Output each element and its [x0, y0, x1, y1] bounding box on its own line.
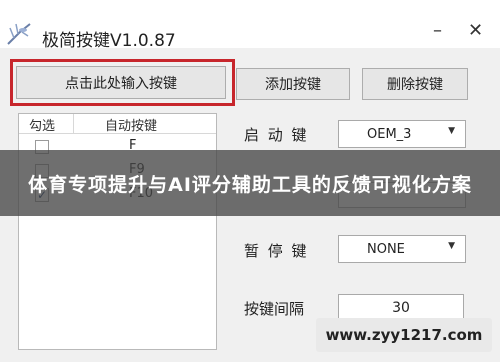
watermark: www.zyy1217.com: [316, 318, 492, 352]
add-key-button[interactable]: 添加按键: [236, 68, 350, 100]
key-list[interactable]: 勾选 自动按键 F F9 ✓ F10: [18, 113, 217, 350]
start-key-label: 启 动 键: [244, 126, 309, 144]
interval-label: 按键间隔: [244, 300, 305, 318]
mosquito-icon: [7, 23, 31, 45]
header-checked: 勾选: [29, 119, 56, 134]
minimize-button[interactable]: –: [433, 20, 442, 41]
start-key-value: OEM_3: [367, 127, 412, 142]
delete-key-button[interactable]: 删除按键: [362, 68, 468, 100]
pause-key-value: NONE: [367, 242, 405, 257]
triangle-down-icon: ▼: [448, 126, 455, 136]
header-divider: [73, 114, 74, 133]
title-bar: 极简按键V1.0.87 – ✕: [0, 0, 500, 51]
header-auto-key: 自动按键: [105, 119, 158, 134]
start-key-select[interactable]: OEM_3 ▼: [338, 120, 466, 148]
window-title: 极简按键V1.0.87: [42, 31, 176, 51]
close-button[interactable]: ✕: [468, 20, 483, 41]
triangle-down-icon: ▼: [448, 241, 455, 251]
overlay-banner: 体育专项提升与AI评分辅助工具的反馈可视化方案: [0, 150, 500, 216]
highlight-frame: [10, 59, 235, 106]
app-window: 极简按键V1.0.87 – ✕ 点击此处输入按键 添加按键 删除按键 勾选 自动…: [0, 0, 500, 362]
pause-key-label: 暂 停 键: [244, 242, 309, 260]
list-header: 勾选 自动按键: [19, 114, 216, 134]
pause-key-select[interactable]: NONE ▼: [338, 235, 466, 263]
